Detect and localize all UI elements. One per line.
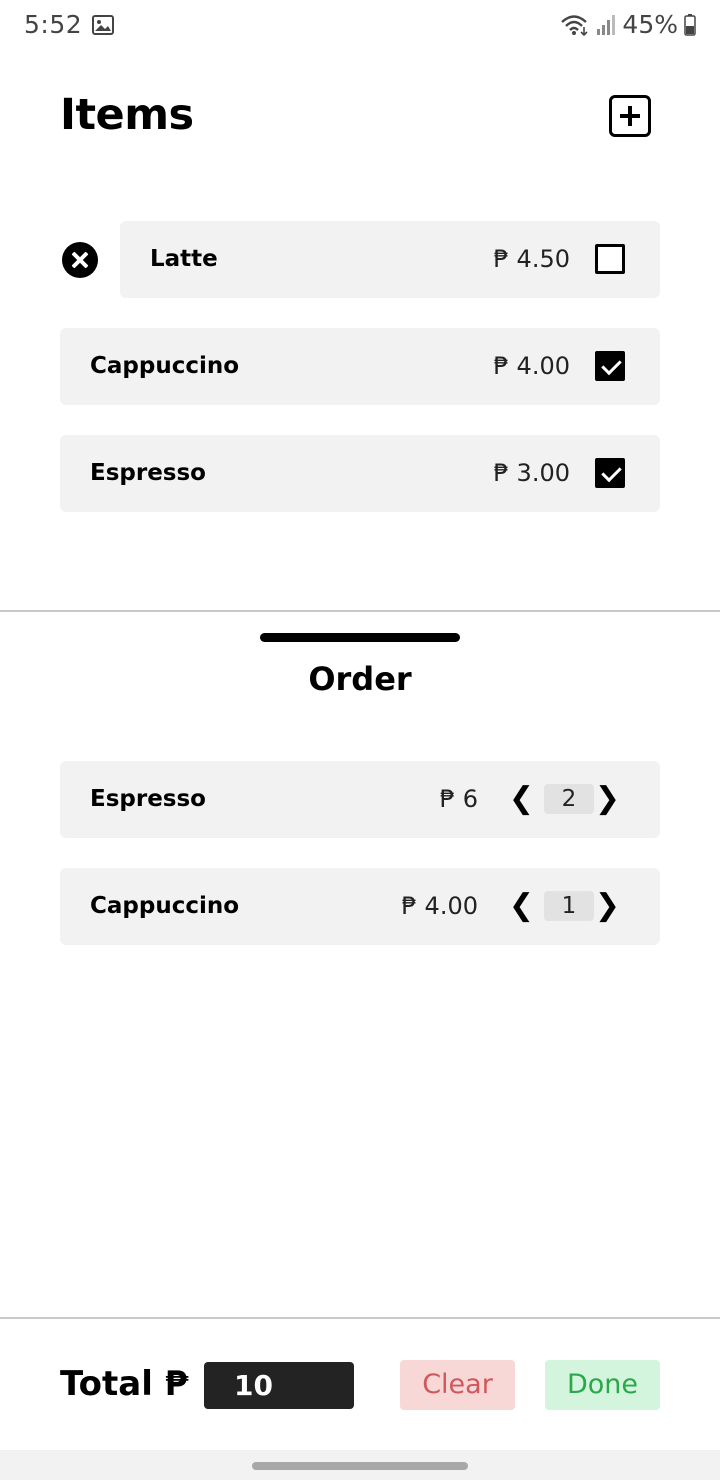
decrement-button[interactable]: ❮: [509, 781, 534, 817]
order-row-cappuccino: Cappuccino ₱ 4.00 ❮ 1 ❯: [60, 868, 660, 945]
add-item-button[interactable]: [609, 95, 651, 137]
battery-icon: [684, 13, 696, 36]
order-item-name: Espresso: [90, 786, 206, 812]
wifi-icon: [561, 14, 588, 36]
order-item-price: ₱ 4.00: [401, 892, 478, 920]
increment-button[interactable]: ❯: [595, 781, 620, 817]
status-time: 5:52: [24, 10, 83, 39]
item-checkbox[interactable]: [595, 351, 625, 381]
status-bar: 5:52 45%: [0, 0, 720, 52]
signal-icon: [597, 14, 616, 35]
order-row-espresso: Espresso ₱ 6 ❮ 2 ❯: [60, 761, 660, 838]
delete-item-button[interactable]: [62, 242, 98, 278]
item-row-latte[interactable]: Latte ₱ 4.50: [120, 221, 660, 298]
total-value: 10: [204, 1362, 354, 1409]
item-checkbox[interactable]: [595, 244, 625, 274]
item-price: ₱ 4.00: [493, 352, 570, 380]
order-title: Order: [308, 660, 412, 698]
done-button[interactable]: Done: [545, 1360, 660, 1410]
item-price: ₱ 3.00: [493, 459, 570, 487]
decrement-button[interactable]: ❮: [509, 888, 534, 924]
quantity-value: 2: [544, 784, 594, 814]
total-label: Total ₱: [60, 1364, 189, 1404]
clear-button[interactable]: Clear: [400, 1360, 515, 1410]
status-right: 45%: [560, 10, 696, 39]
home-indicator[interactable]: [252, 1462, 468, 1470]
navigation-bar: [0, 1450, 720, 1480]
item-row-espresso[interactable]: Espresso ₱ 3.00: [60, 435, 660, 512]
item-price: ₱ 4.50: [493, 245, 570, 273]
footer-divider: [0, 1317, 720, 1319]
sheet-drag-handle[interactable]: [260, 633, 460, 642]
battery-percentage: 45%: [622, 10, 678, 39]
order-item-price: ₱ 6: [439, 785, 478, 813]
gallery-icon: [92, 15, 114, 35]
item-name: Cappuccino: [90, 353, 240, 379]
section-divider: [0, 610, 720, 612]
order-item-name: Cappuccino: [90, 893, 240, 919]
item-checkbox[interactable]: [595, 458, 625, 488]
item-row-cappuccino[interactable]: Cappuccino ₱ 4.00: [60, 328, 660, 405]
page-title: Items: [60, 90, 194, 140]
increment-button[interactable]: ❯: [595, 888, 620, 924]
item-name: Latte: [150, 246, 218, 272]
quantity-value: 1: [544, 891, 594, 921]
item-name: Espresso: [90, 460, 206, 486]
